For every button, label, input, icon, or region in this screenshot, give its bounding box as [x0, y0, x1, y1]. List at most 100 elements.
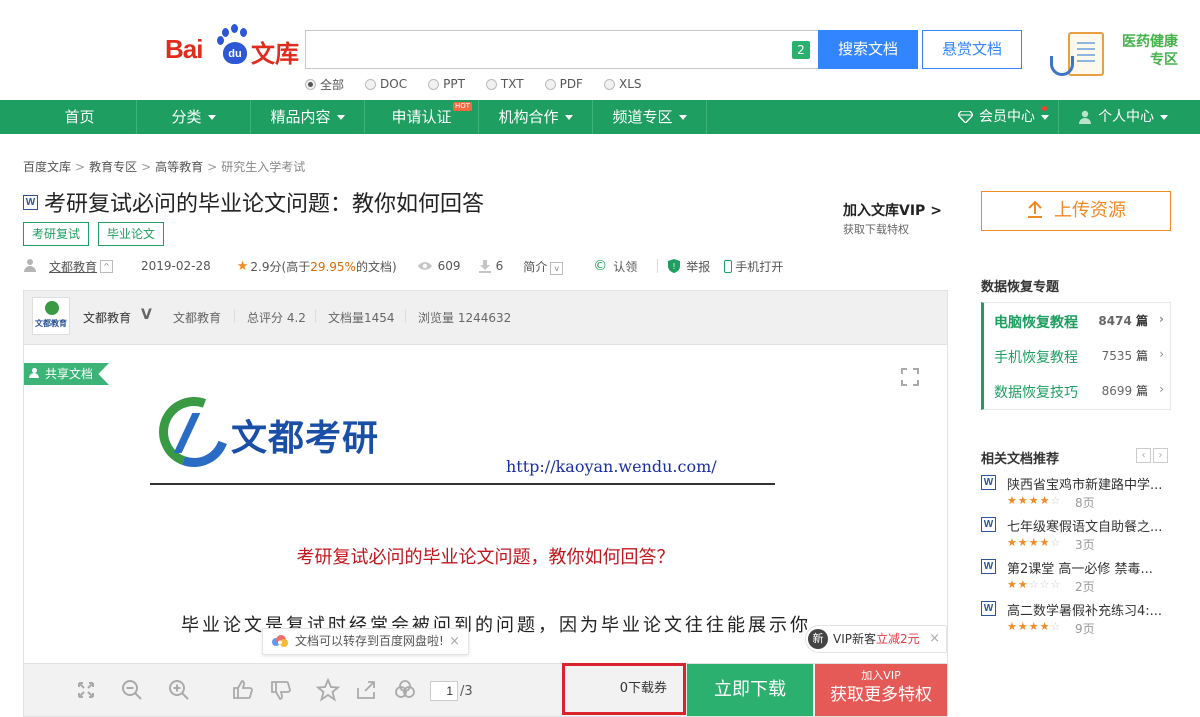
- author-logo-text: 文都教育: [35, 319, 67, 328]
- author-avatar[interactable]: 文都教育: [32, 297, 70, 335]
- search-input[interactable]: 2: [305, 30, 818, 69]
- rating-stars: ★★★★☆: [1007, 536, 1062, 549]
- score-percent: 29.95%: [310, 259, 356, 274]
- author-name[interactable]: 文都教育: [83, 309, 131, 326]
- radio-icon: [603, 78, 615, 90]
- expand-icon[interactable]: ^: [100, 259, 114, 273]
- reward-doc-button[interactable]: 悬赏文档: [922, 30, 1022, 69]
- related-doc-pages: 9页: [1075, 622, 1095, 636]
- join-vip-link[interactable]: 加入文库VIP > 获取下载特权: [843, 200, 942, 237]
- zoom-out-icon[interactable]: [120, 678, 144, 702]
- search-button[interactable]: 搜索文档: [818, 30, 918, 69]
- nav-home[interactable]: 首页: [23, 100, 137, 134]
- tag-item[interactable]: 考研复试: [23, 222, 90, 246]
- new-badge: 新: [808, 629, 828, 649]
- wendu-url: http://kaoyan.wendu.com/: [506, 457, 717, 476]
- page-number-input[interactable]: [430, 681, 458, 701]
- related-doc-pages: 3页: [1075, 538, 1095, 552]
- doc-meta: 文都教育 ^ 2019-02-28 ★ 2.9分(高于29.95%的文档) 60…: [23, 258, 783, 275]
- breadcrumb-item[interactable]: 教育专区: [89, 160, 137, 174]
- nav-certify[interactable]: 申请认证 HOT: [365, 100, 479, 134]
- upload-resource-button[interactable]: 上传资源: [981, 191, 1171, 231]
- main-nav: 首页 分类 精品内容 申请认证 HOT 机构合作 频道专区 会员中心 个人中心: [0, 100, 1200, 134]
- doc-date: 2019-02-28: [141, 259, 211, 273]
- word-doc-icon: W: [981, 517, 996, 532]
- join-vip-subtitle: 获取下载特权: [843, 223, 909, 236]
- join-vip-button[interactable]: 加入VIP 获取更多特权: [815, 664, 947, 716]
- breadcrumb-item[interactable]: 高等教育: [155, 160, 203, 174]
- breadcrumb-item[interactable]: 百度文库: [23, 160, 71, 174]
- next-page-icon[interactable]: ›: [1153, 448, 1168, 463]
- thumbs-down-icon[interactable]: [269, 678, 293, 702]
- related-doc-pages: 2页: [1075, 580, 1095, 594]
- rating-stars: ★★★★☆: [1007, 494, 1062, 507]
- close-icon[interactable]: ×: [449, 629, 460, 654]
- nav-label: 精品内容: [270, 108, 331, 126]
- nav-member-center[interactable]: 会员中心: [958, 100, 1049, 134]
- mobile-open-link[interactable]: 手机打开: [735, 258, 783, 275]
- related-doc-item[interactable]: W 高二数学暑假补充练习4:... ★★★★☆ 9页: [981, 601, 1171, 641]
- related-doc-item[interactable]: W 七年级寒假语文自助餐之... ★★★★☆ 3页: [981, 517, 1171, 557]
- promo-line1: 医药健康: [1122, 34, 1178, 50]
- vip-newcomer-toast[interactable]: 新 VIP新客立减2元 ×: [805, 625, 947, 653]
- claim-link[interactable]: 认领: [613, 258, 637, 275]
- divider: [234, 309, 235, 323]
- author-link[interactable]: 文都教育: [49, 258, 97, 275]
- recover-item-count: 8474 篇: [1098, 312, 1148, 329]
- prev-page-icon[interactable]: ‹: [1136, 448, 1151, 463]
- filetype-filters: 全部 DOC PPT TXT PDF XLS: [305, 76, 663, 92]
- nav-premium[interactable]: 精品内容: [251, 100, 365, 134]
- related-doc-item[interactable]: W 陕西省宝鸡市新建路中学... ★★★★☆ 8页: [981, 475, 1171, 515]
- nav-category[interactable]: 分类: [137, 100, 251, 134]
- word-doc-icon: W: [981, 601, 996, 616]
- nav-channel[interactable]: 频道专区: [593, 100, 707, 134]
- filter-pdf[interactable]: PDF: [544, 76, 583, 92]
- zoom-in-icon[interactable]: [167, 678, 191, 702]
- member-center-label: 会员中心: [979, 109, 1035, 125]
- share-icon[interactable]: [354, 678, 378, 702]
- vip-toast-prefix: VIP新客: [833, 632, 876, 646]
- filter-label: PDF: [559, 77, 583, 91]
- shared-doc-flag: 共享文档: [24, 363, 110, 385]
- tag-item[interactable]: 毕业论文: [98, 222, 165, 246]
- upload-arrow-icon: [1028, 200, 1042, 218]
- rating-stars: ★★☆☆☆: [1007, 578, 1062, 591]
- logo-text-bai: Bai: [165, 34, 203, 64]
- download-now-button[interactable]: 立即下载: [687, 664, 813, 716]
- netdisk-icon[interactable]: [393, 678, 417, 702]
- report-link[interactable]: 举报: [686, 258, 710, 275]
- netdisk-toast-text: 文档可以转存到百度网盘啦!: [295, 634, 444, 648]
- recover-item-label: 数据恢复技巧: [994, 385, 1078, 401]
- word-doc-icon: W: [981, 559, 996, 574]
- breadcrumb: 百度文库 > 教育专区 > 高等教育 > 研究生入学考试: [23, 158, 305, 175]
- search-count-badge: 2: [792, 41, 810, 59]
- recover-item-label: 电脑恢复教程: [994, 315, 1078, 331]
- recover-item[interactable]: 数据恢复技巧 8699 篇 ›: [994, 382, 1164, 402]
- related-doc-title: 七年级寒假语文自助餐之...: [1007, 520, 1163, 535]
- star-outline-icon[interactable]: [316, 678, 340, 702]
- intro-toggle[interactable]: 简介 v: [523, 258, 564, 275]
- caret-down-icon: [207, 115, 216, 120]
- close-icon[interactable]: ×: [929, 626, 940, 652]
- nav-cooperation[interactable]: 机构合作: [479, 100, 593, 134]
- related-doc-item[interactable]: W 第2课堂 高一必修 禁毒... ★★☆☆☆ 2页: [981, 559, 1171, 599]
- claim-icon: ©: [593, 258, 608, 274]
- recover-item[interactable]: 手机恢复教程 7535 篇 ›: [994, 347, 1164, 367]
- fullscreen-icon[interactable]: [901, 368, 919, 386]
- recover-item[interactable]: 电脑恢复教程 8474 篇 ›: [994, 312, 1164, 332]
- baidu-wenku-logo[interactable]: Bai du 文库: [165, 24, 300, 68]
- filter-doc[interactable]: DOC: [365, 76, 407, 92]
- breadcrumb-item[interactable]: 研究生入学考试: [221, 160, 305, 174]
- author-total-score: 总评分 4.2: [247, 311, 306, 325]
- filter-all[interactable]: 全部: [305, 76, 344, 92]
- thumbs-up-icon[interactable]: [231, 678, 255, 702]
- chevron-right-icon: >: [930, 203, 942, 219]
- nav-personal-center[interactable]: 个人中心: [1078, 100, 1168, 134]
- clipboard-icon: [1068, 32, 1104, 76]
- filter-txt[interactable]: TXT: [485, 76, 524, 92]
- filter-label: DOC: [380, 77, 408, 91]
- filter-ppt[interactable]: PPT: [428, 76, 465, 92]
- fit-screen-icon[interactable]: [74, 678, 98, 702]
- medical-health-promo[interactable]: 医药健康 专区: [1048, 30, 1178, 80]
- filter-xls[interactable]: XLS: [603, 76, 642, 92]
